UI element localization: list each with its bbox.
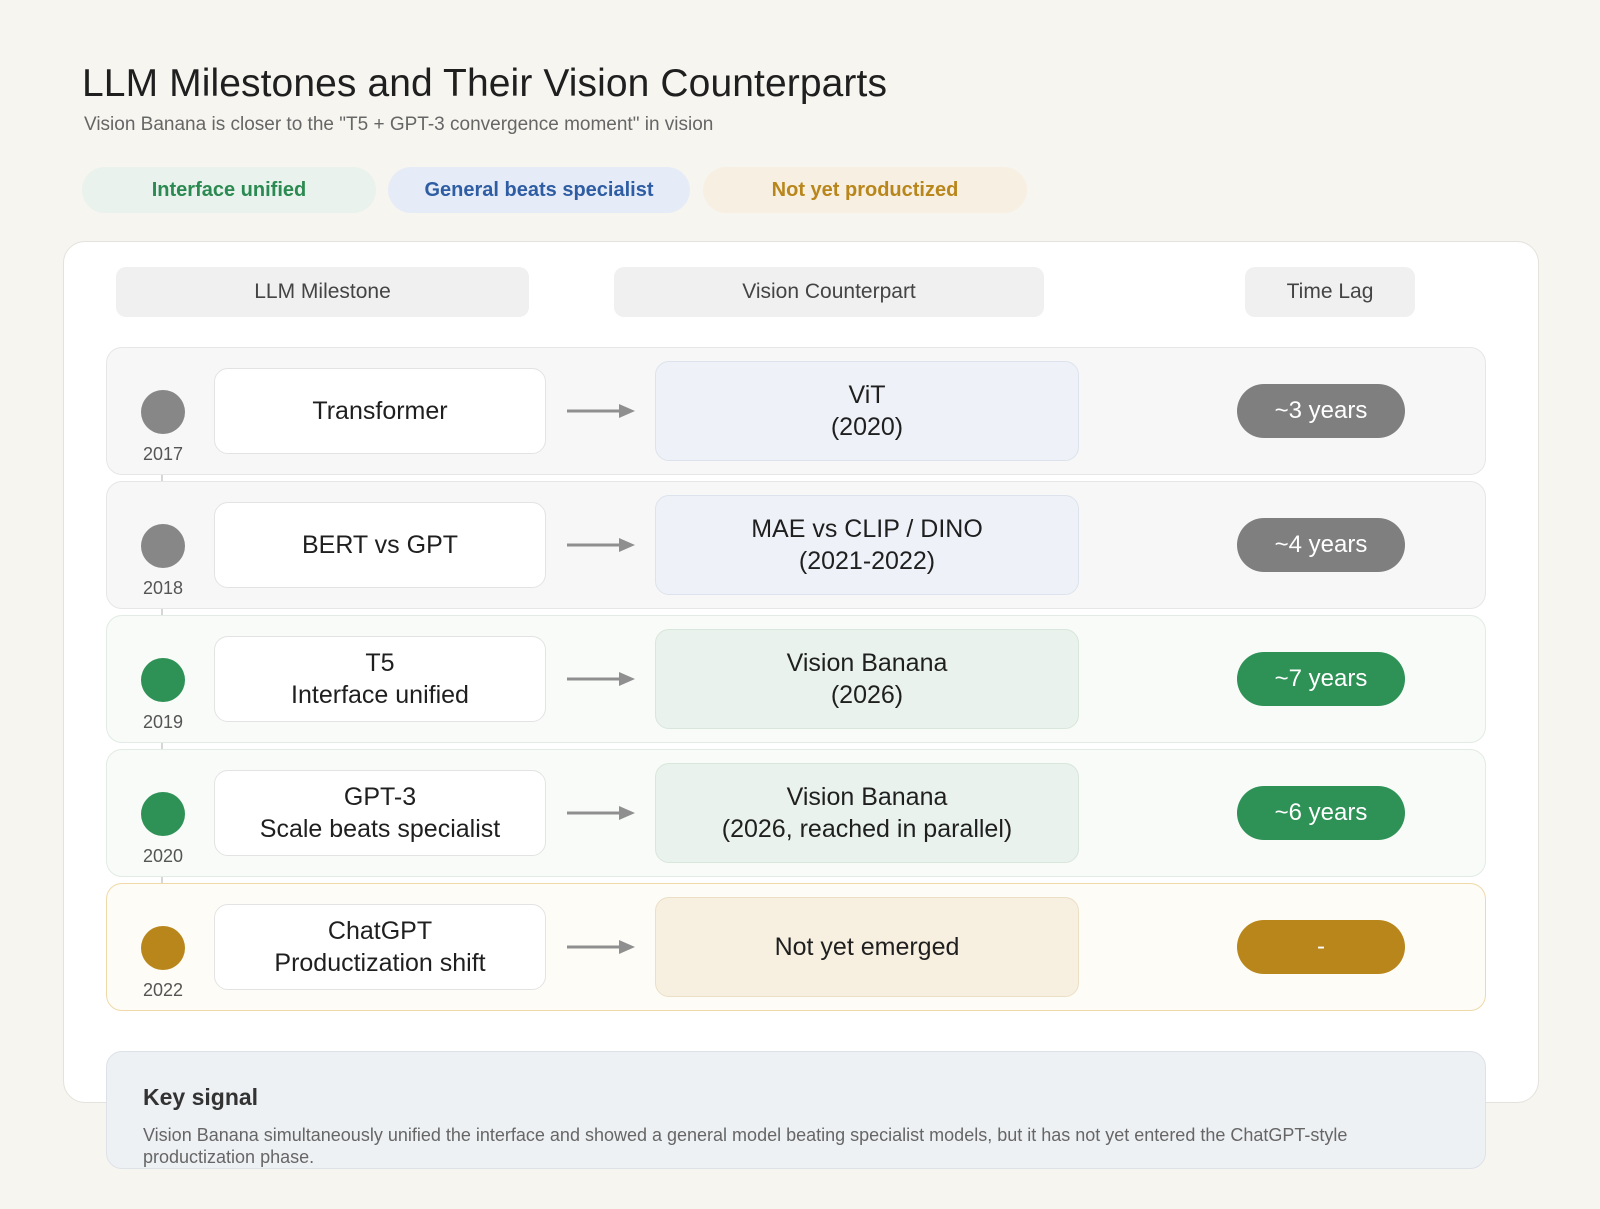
llm-milestone-box: T5 Interface unified	[214, 636, 546, 722]
tag-not-yet-productized: Not yet productized	[703, 167, 1027, 213]
arrow-right-icon	[567, 538, 635, 552]
tag-interface-unified: Interface unified	[82, 167, 376, 213]
vision-line2: (2026, reached in parallel)	[721, 815, 1013, 843]
time-lag-badge: ~7 years	[1237, 652, 1405, 706]
milestone-line2: Scale beats specialist	[259, 815, 501, 843]
vision-line1: Vision Banana	[786, 783, 948, 811]
row-year: 2017	[142, 444, 184, 464]
milestone-line2: Interface unified	[291, 681, 469, 709]
time-lag-badge: -	[1237, 920, 1405, 974]
llm-milestone-box: GPT-3 Scale beats specialist	[214, 770, 546, 856]
vision-counterpart-box: ViT (2020)	[655, 361, 1079, 461]
row-year: 2020	[142, 846, 184, 866]
timeline-dot	[141, 524, 185, 568]
arrow-right-icon	[567, 940, 635, 954]
vision-counterpart-box: Vision Banana (2026)	[655, 629, 1079, 729]
milestone-line1: ChatGPT	[327, 917, 433, 945]
vision-counterpart-box: Vision Banana (2026, reached in parallel…	[655, 763, 1079, 863]
arrow-right-icon	[567, 806, 635, 820]
timeline-dot	[141, 792, 185, 836]
key-signal-text: Vision Banana simultaneously unified the…	[143, 1125, 1348, 1167]
llm-milestone-box: ChatGPT Productization shift	[214, 904, 546, 990]
time-lag-badge: ~6 years	[1237, 786, 1405, 840]
page-title: LLM Milestones and Their Vision Counterp…	[82, 62, 888, 105]
milestone-line2: Productization shift	[274, 949, 486, 977]
milestone-row-2020: 2020 GPT-3 Scale beats specialist Vision…	[106, 749, 1486, 877]
column-header-vision: Vision Counterpart	[614, 267, 1044, 317]
column-header-llm: LLM Milestone	[116, 267, 529, 317]
llm-milestone-box: BERT vs GPT	[214, 502, 546, 588]
milestone-line1: GPT-3	[343, 783, 417, 811]
timeline-dot	[141, 926, 185, 970]
time-lag-badge: ~4 years	[1237, 518, 1405, 572]
milestone-row-2022: 2022 ChatGPT Productization shift Not ye…	[106, 883, 1486, 1011]
milestone-row-2017: 2017 Transformer ViT (2020) ~3 years	[106, 347, 1486, 475]
milestone-line1: BERT vs GPT	[301, 531, 459, 559]
vision-line2: (2021-2022)	[798, 547, 936, 575]
key-signal-box: Key signal Vision Banana simultaneously …	[106, 1051, 1486, 1169]
milestone-row-2019: 2019 T5 Interface unified Vision Banana …	[106, 615, 1486, 743]
timeline-dot	[141, 390, 185, 434]
row-year: 2018	[142, 578, 184, 598]
row-year: 2022	[142, 980, 184, 1000]
milestone-line1: Transformer	[312, 397, 448, 425]
key-signal-title: Key signal	[143, 1084, 259, 1110]
time-lag-badge: ~3 years	[1237, 384, 1405, 438]
page-subtitle: Vision Banana is closer to the "T5 + GPT…	[84, 114, 714, 135]
vision-line1: ViT	[848, 381, 886, 409]
milestone-line1: T5	[365, 649, 395, 677]
vision-line2: (2026)	[830, 681, 904, 709]
vision-line1: Vision Banana	[786, 649, 948, 677]
vision-counterpart-box: Not yet emerged	[655, 897, 1079, 997]
milestone-row-2018: 2018 BERT vs GPT MAE vs CLIP / DINO (202…	[106, 481, 1486, 609]
vision-line1: MAE vs CLIP / DINO	[751, 515, 983, 543]
vision-counterpart-box: MAE vs CLIP / DINO (2021-2022)	[655, 495, 1079, 595]
row-year: 2019	[142, 712, 184, 732]
column-header-lag: Time Lag	[1245, 267, 1415, 317]
arrow-right-icon	[567, 404, 635, 418]
tag-general-beats-specialist: General beats specialist	[388, 167, 690, 213]
llm-milestone-box: Transformer	[214, 368, 546, 454]
timeline-dot	[141, 658, 185, 702]
vision-line2: (2020)	[830, 413, 904, 441]
vision-line1: Not yet emerged	[774, 933, 960, 961]
arrow-right-icon	[567, 672, 635, 686]
